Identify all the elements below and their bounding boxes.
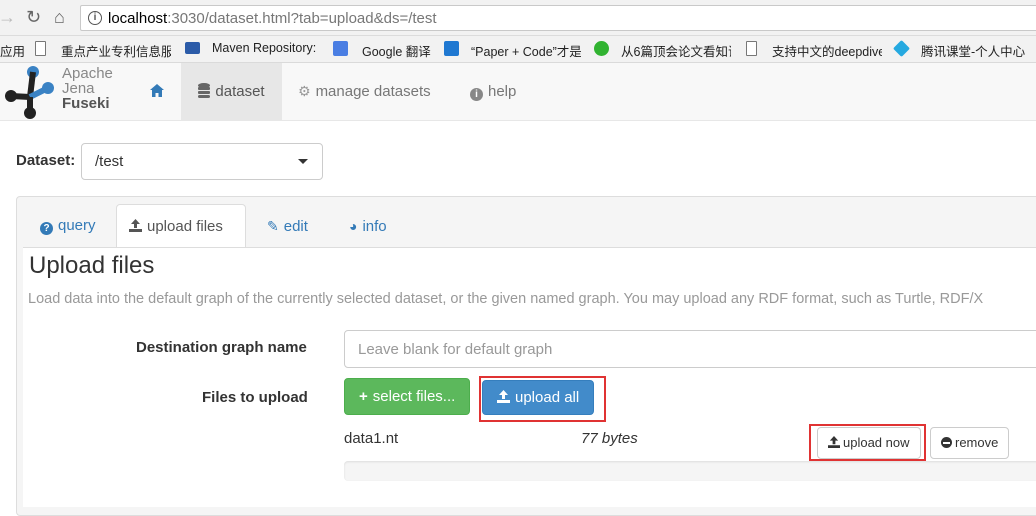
nav-dataset[interactable]: dataset: [181, 63, 282, 120]
annotation-highlight-box: [809, 424, 926, 461]
bookmark-item[interactable]: “Paper + Code”才是: [471, 41, 581, 60]
dataset-selected-value: /test: [95, 153, 124, 170]
bookmark-item[interactable]: Google 翻译: [362, 41, 431, 60]
remove-button[interactable]: remove: [930, 427, 1010, 459]
google-translate-icon: [333, 41, 348, 56]
info-circle-icon: i: [470, 88, 483, 101]
tencent-class-icon: [893, 40, 910, 57]
bookmark-item[interactable]: 从6篇顶会论文看知识: [621, 41, 731, 60]
file-name: data1.nt: [344, 430, 399, 447]
page-icon: [746, 41, 757, 56]
nav-home[interactable]: [140, 63, 174, 120]
cogs-icon: ⚙: [298, 83, 311, 99]
nav-help[interactable]: i help: [470, 63, 516, 120]
page-title: Upload files: [29, 252, 155, 279]
reload-icon[interactable]: ↻: [26, 7, 41, 27]
file-size: 77 bytes: [581, 430, 638, 447]
graph-name-label: Destination graph name: [136, 339, 307, 356]
address-bar[interactable]: i localhost:3030/dataset.html?tab=upload…: [80, 5, 1036, 31]
dashboard-icon: ◕: [349, 218, 358, 234]
tab-query[interactable]: ? query: [28, 204, 108, 248]
wechat-icon: [594, 41, 609, 56]
info-icon[interactable]: i: [88, 11, 102, 25]
maven-icon: [185, 42, 200, 54]
page-icon: [35, 41, 46, 56]
bookmarks-bar: 应用 重点产业专利信息服 Maven Repository: Google 翻译…: [0, 36, 1036, 63]
tab-info[interactable]: ◕ info: [337, 204, 399, 248]
zhihu-icon: [444, 41, 459, 56]
bookmark-item[interactable]: Maven Repository:: [212, 41, 319, 55]
back-arrow-icon[interactable]: →: [0, 7, 16, 27]
dataset-select[interactable]: /test: [81, 143, 323, 180]
tab-edit[interactable]: ✎ edit: [255, 204, 320, 248]
database-icon: [198, 83, 211, 98]
upload-progress-bar: [344, 461, 1036, 481]
plus-icon: +: [359, 388, 368, 405]
edit-icon: ✎: [267, 218, 279, 234]
bookmark-item[interactable]: 支持中文的deepdive: [772, 41, 882, 60]
files-to-upload-label: Files to upload: [202, 389, 308, 406]
url-text: localhost:3030/dataset.html?tab=upload&d…: [108, 10, 437, 27]
home-icon[interactable]: ⌂: [54, 7, 65, 27]
upload-description: Load data into the default graph of the …: [28, 291, 984, 307]
bookmark-apps[interactable]: 应用: [0, 41, 25, 60]
home-icon: [150, 84, 164, 97]
fuseki-logo[interactable]: Apache Jena Fuseki: [0, 63, 120, 121]
minus-circle-icon: [941, 437, 952, 448]
graph-name-input[interactable]: [344, 330, 1036, 368]
browser-toolbar: → ↻ ⌂ i localhost:3030/dataset.html?tab=…: [0, 0, 1036, 36]
caret-down-icon: [298, 159, 308, 164]
nav-manage-datasets[interactable]: ⚙ manage datasets: [298, 63, 431, 120]
logo-text: Apache Jena Fuseki: [62, 65, 113, 112]
fuseki-logo-icon: [5, 66, 54, 119]
question-circle-icon: ?: [40, 222, 53, 235]
upload-icon: [129, 219, 142, 232]
bookmark-item[interactable]: 重点产业专利信息服: [61, 41, 171, 60]
bookmark-item[interactable]: 腾讯课堂-个人中心: [921, 41, 1025, 60]
annotation-highlight-box: [479, 376, 606, 422]
select-files-button[interactable]: + select files...: [344, 378, 471, 415]
dataset-label: Dataset:: [16, 152, 76, 169]
tab-upload-files[interactable]: upload files: [116, 204, 246, 248]
